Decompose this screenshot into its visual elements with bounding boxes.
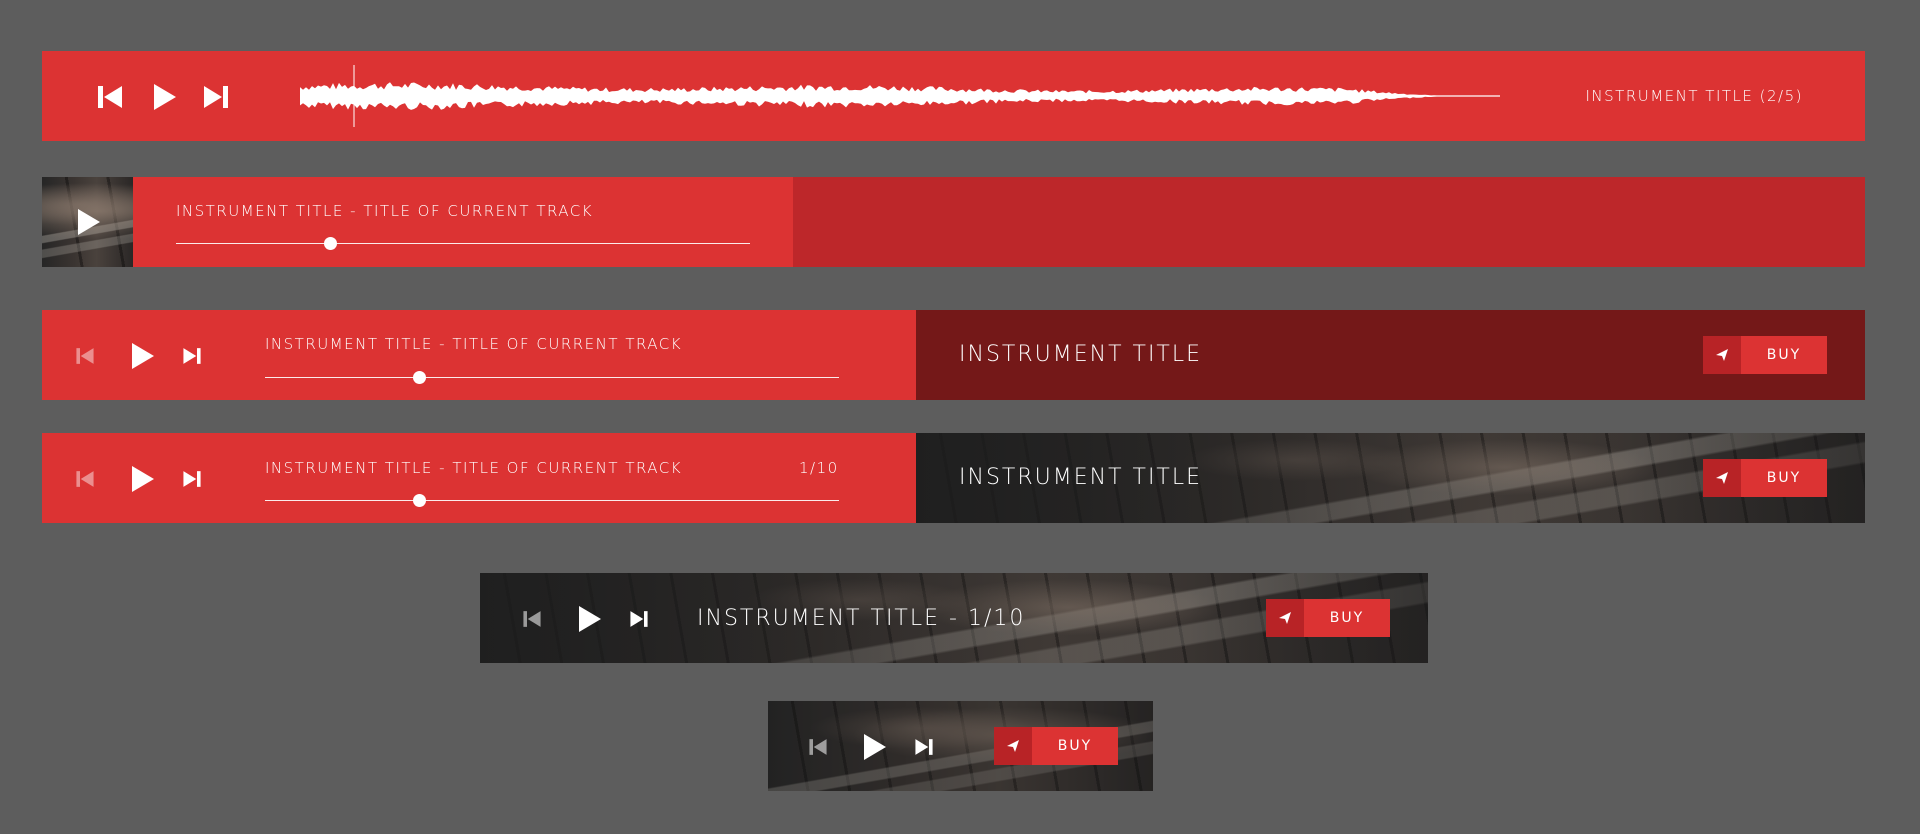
waveform	[300, 65, 1500, 127]
track-title: INSTRUMENT TITLE - TITLE OF CURRENT TRAC…	[176, 202, 594, 220]
waveform-player: INSTRUMENT TITLE (2/5)	[42, 51, 1865, 141]
buy-label: BUY	[1766, 470, 1802, 486]
track-panel: INSTRUMENT TITLE - TITLE OF CURRENT TRAC…	[133, 177, 793, 267]
skip-back-icon	[98, 86, 122, 108]
skip-forward-icon	[183, 471, 201, 487]
buy-label: BUY	[1329, 610, 1365, 626]
skip-forward-icon	[915, 739, 933, 755]
progress-knob[interactable]	[324, 237, 337, 250]
skip-back-button[interactable]	[75, 346, 95, 366]
thumbnail-player: INSTRUMENT TITLE - TITLE OF CURRENT TRAC…	[42, 177, 1865, 267]
album-thumbnail[interactable]	[42, 177, 133, 267]
mini-photo-player: BUY	[768, 701, 1153, 791]
play-icon	[78, 209, 100, 235]
progress-knob[interactable]	[413, 371, 426, 384]
skip-forward-button[interactable]	[629, 609, 649, 629]
skip-back-button[interactable]	[808, 737, 828, 757]
skip-back-icon	[76, 348, 94, 364]
controls-panel: INSTRUMENT TITLE - TITLE OF CURRENT TRAC…	[42, 310, 916, 400]
photo-split-player: INSTRUMENT TITLE - TITLE OF CURRENT TRAC…	[42, 433, 1865, 523]
play-icon	[864, 734, 886, 760]
skip-back-button[interactable]	[522, 609, 542, 629]
play-icon	[579, 606, 601, 632]
skip-forward-icon	[183, 348, 201, 364]
play-button[interactable]	[130, 341, 156, 371]
buy-button[interactable]: BUY	[1703, 459, 1827, 497]
controls-panel: INSTRUMENT TITLE - TITLE OF CURRENT TRAC…	[42, 433, 916, 523]
skip-forward-icon	[204, 86, 228, 108]
skip-back-icon	[76, 471, 94, 487]
skip-back-button[interactable]	[96, 83, 124, 111]
buy-label: BUY	[1766, 347, 1802, 363]
skip-forward-button[interactable]	[182, 469, 202, 489]
skip-forward-icon	[630, 611, 648, 627]
send-icon	[1279, 612, 1291, 624]
progress-knob[interactable]	[413, 494, 426, 507]
play-icon	[132, 343, 154, 369]
skip-forward-button[interactable]	[914, 737, 934, 757]
track-counter: 1/10	[799, 459, 839, 477]
play-icon	[154, 84, 176, 110]
play-button[interactable]	[862, 732, 888, 762]
instrument-title: INSTRUMENT TITLE	[959, 465, 1203, 490]
split-player: INSTRUMENT TITLE - TITLE OF CURRENT TRAC…	[42, 310, 1865, 400]
waveform-seekbar[interactable]	[300, 61, 1500, 131]
instrument-title: INSTRUMENT TITLE - 1/10	[697, 606, 1026, 631]
buy-button[interactable]: BUY	[1266, 599, 1390, 637]
skip-forward-button[interactable]	[182, 346, 202, 366]
buy-button[interactable]: BUY	[994, 727, 1118, 765]
progress-track[interactable]	[265, 377, 839, 378]
send-icon	[1007, 740, 1019, 752]
player-title: INSTRUMENT TITLE (2/5)	[1585, 87, 1803, 105]
buy-label: BUY	[1057, 738, 1093, 754]
skip-back-button[interactable]	[75, 469, 95, 489]
play-icon	[132, 466, 154, 492]
send-icon	[1716, 472, 1728, 484]
progress-track[interactable]	[265, 500, 839, 501]
play-button[interactable]	[130, 464, 156, 494]
compact-photo-player: INSTRUMENT TITLE - 1/10 BUY	[480, 573, 1428, 663]
skip-back-icon	[809, 739, 827, 755]
play-button[interactable]	[76, 207, 102, 237]
skip-back-icon	[523, 611, 541, 627]
track-title: INSTRUMENT TITLE - TITLE OF CURRENT TRAC…	[265, 335, 683, 353]
play-button[interactable]	[152, 82, 178, 112]
buy-button[interactable]: BUY	[1703, 336, 1827, 374]
skip-forward-button[interactable]	[202, 83, 230, 111]
track-title: INSTRUMENT TITLE - TITLE OF CURRENT TRAC…	[265, 459, 683, 477]
play-button[interactable]	[577, 604, 603, 634]
progress-track[interactable]	[176, 243, 750, 244]
instrument-title: INSTRUMENT TITLE	[959, 342, 1203, 367]
send-icon	[1716, 349, 1728, 361]
